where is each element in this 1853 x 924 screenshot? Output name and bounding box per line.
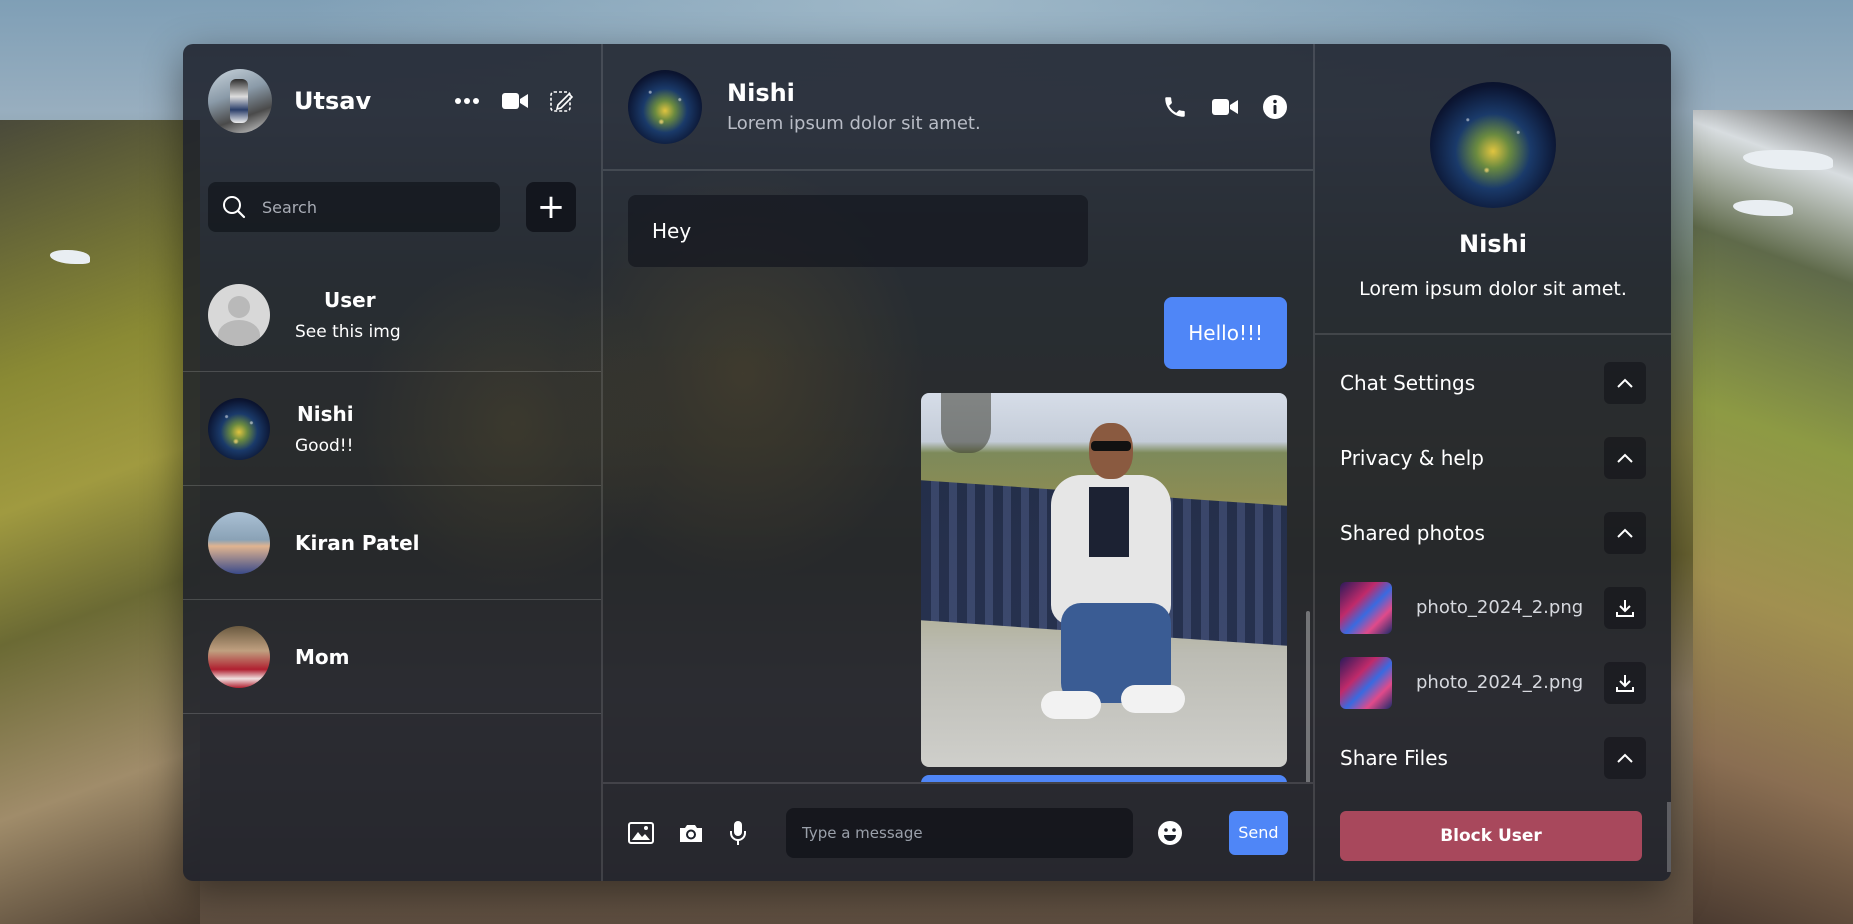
avatar xyxy=(208,511,270,574)
chat-last-message: See this img xyxy=(295,321,401,342)
section-share-files[interactable]: Share Files xyxy=(1315,720,1671,795)
chat-list-item[interactable]: Nishi Good!! xyxy=(183,372,601,486)
message-list: Hey Hello!!! xyxy=(603,171,1313,782)
section-shared-photos[interactable]: Shared photos xyxy=(1315,495,1671,570)
section-label: Shared photos xyxy=(1340,520,1485,545)
chat-list: User See this img Nishi Good!! Kiran Pat… xyxy=(183,258,601,714)
camera-icon[interactable] xyxy=(678,822,704,844)
section-label: Chat Settings xyxy=(1340,370,1476,395)
conversation-header: Nishi Lorem ipsum dolor sit amet. xyxy=(603,44,1313,171)
avatar xyxy=(208,397,270,460)
contact-profile-avatar xyxy=(1430,82,1556,208)
chevron-up-icon[interactable] xyxy=(1604,511,1646,554)
chevron-up-icon[interactable] xyxy=(1604,361,1646,404)
chat-name: Mom xyxy=(295,644,350,669)
background-mountain-left xyxy=(0,120,200,924)
chat-app-window: Utsav + xyxy=(183,44,1671,881)
section-privacy-help[interactable]: Privacy & help xyxy=(1315,420,1671,495)
contact-profile-status: Lorem ipsum dolor sit amet. xyxy=(1359,278,1627,300)
message-input[interactable] xyxy=(786,807,1133,858)
message-composer: Send xyxy=(603,782,1313,881)
mic-icon[interactable] xyxy=(728,820,748,846)
shared-photo-item: photo_2024_2.png xyxy=(1315,645,1671,720)
emoji-icon[interactable] xyxy=(1157,820,1183,846)
avatar xyxy=(208,625,270,688)
search-input[interactable] xyxy=(262,197,482,217)
contact-avatar[interactable] xyxy=(628,69,702,144)
background-mountain-right xyxy=(1693,110,1853,924)
chevron-up-icon[interactable] xyxy=(1604,436,1646,479)
section-label: Share Files xyxy=(1340,745,1448,770)
outgoing-message: Hello!!! xyxy=(1164,297,1287,369)
chevron-up-icon[interactable] xyxy=(1604,736,1646,779)
section-label: Privacy & help xyxy=(1340,445,1484,470)
shared-image-message[interactable] xyxy=(921,393,1287,767)
search-box xyxy=(208,182,500,232)
chat-name: Kiran Patel xyxy=(295,530,420,555)
add-chat-button[interactable]: + xyxy=(526,182,576,232)
contact-details-panel: Nishi Lorem ipsum dolor sit amet. Chat S… xyxy=(1315,44,1671,881)
info-icon[interactable] xyxy=(1262,94,1288,120)
chat-list-item[interactable]: Kiran Patel xyxy=(183,486,601,600)
search-icon xyxy=(222,195,246,219)
chat-name: Nishi xyxy=(297,401,354,426)
contact-status: Lorem ipsum dolor sit amet. xyxy=(727,113,981,134)
more-icon[interactable] xyxy=(454,97,480,105)
video-icon[interactable] xyxy=(502,92,528,110)
section-chat-settings[interactable]: Chat Settings xyxy=(1315,345,1671,420)
phone-icon[interactable] xyxy=(1162,94,1188,120)
chat-name: User xyxy=(324,287,376,312)
download-icon[interactable] xyxy=(1604,586,1646,629)
download-icon[interactable] xyxy=(1604,661,1646,704)
block-user-button[interactable]: Block User xyxy=(1340,811,1642,861)
incoming-message: Hey xyxy=(628,195,1088,267)
conversation-sidebar: Utsav + xyxy=(183,44,603,881)
sidebar-header: Utsav xyxy=(183,44,601,158)
photo-thumbnail[interactable] xyxy=(1340,581,1392,634)
send-button[interactable]: Send xyxy=(1228,810,1288,855)
details-scrollbar[interactable] xyxy=(1667,802,1671,872)
edit-icon[interactable] xyxy=(550,89,574,113)
contact-name: Nishi xyxy=(727,79,795,107)
my-avatar[interactable] xyxy=(208,69,272,133)
chat-list-item[interactable]: Mom xyxy=(183,600,601,714)
chat-list-item[interactable]: User See this img xyxy=(183,258,601,372)
chat-last-message: Good!! xyxy=(295,435,354,456)
message-scrollbar[interactable] xyxy=(1306,611,1310,782)
shared-photo-item: photo_2024_2.png xyxy=(1315,570,1671,645)
video-icon[interactable] xyxy=(1212,98,1238,116)
photo-filename: photo_2024_2.png xyxy=(1416,672,1584,693)
contact-profile: Nishi Lorem ipsum dolor sit amet. xyxy=(1315,44,1671,335)
my-name: Utsav xyxy=(294,87,372,115)
conversation-panel: Nishi Lorem ipsum dolor sit amet. Hey He… xyxy=(603,44,1315,881)
photo-thumbnail[interactable] xyxy=(1340,656,1392,709)
image-icon[interactable] xyxy=(628,821,654,844)
outgoing-message xyxy=(921,775,1287,782)
avatar xyxy=(208,283,270,346)
contact-profile-name: Nishi xyxy=(1459,230,1527,258)
photo-filename: photo_2024_2.png xyxy=(1416,597,1584,618)
